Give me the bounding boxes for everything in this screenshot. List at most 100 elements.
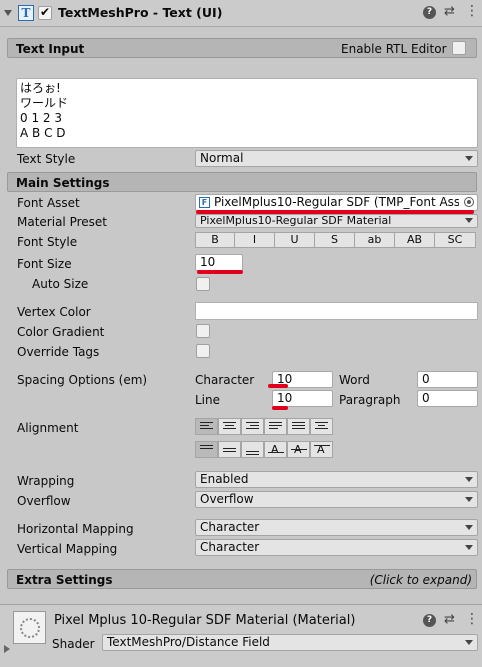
horizontal-mapping-dropdown[interactable]: Character — [195, 519, 478, 536]
alignment-label: Alignment — [17, 421, 79, 435]
text-input-line: A B C D — [20, 126, 66, 140]
paragraph-spacing-label: Paragraph — [339, 393, 401, 407]
text-style-label: Text Style — [17, 152, 76, 166]
vertical-mapping-value: Character — [200, 540, 260, 554]
word-spacing-label: Word — [339, 373, 370, 387]
context-menu-icon[interactable]: ⋮ — [465, 611, 479, 627]
text-input-line: はろぉ! — [20, 81, 61, 95]
text-input-section-header: Text Input Enable RTL Editor — [7, 38, 477, 58]
highlight-underline — [272, 406, 288, 410]
vertex-color-label: Vertex Color — [17, 305, 91, 319]
underline-button[interactable]: U — [274, 232, 315, 248]
bold-button[interactable]: B — [195, 232, 235, 248]
horizontal-mapping-label: Horizontal Mapping — [17, 522, 134, 536]
chevron-down-icon — [465, 218, 473, 223]
material-preset-value: PixelMplus10-Regular SDF Material — [200, 214, 392, 227]
font-size-field[interactable]: 10 — [195, 254, 243, 271]
font-size-label: Font Size — [17, 257, 72, 271]
component-enabled-checkbox[interactable]: ✔ — [38, 5, 52, 20]
shader-dropdown[interactable]: TextMeshPro/Distance Field — [102, 634, 478, 651]
align-capline-icon[interactable]: A — [310, 441, 333, 458]
line-spacing-field[interactable]: 10 — [272, 390, 333, 407]
wrapping-dropdown[interactable]: Enabled — [195, 471, 478, 488]
align-bottom-icon[interactable] — [241, 441, 264, 458]
shader-value: TextMeshPro/Distance Field — [107, 635, 270, 649]
context-menu-icon[interactable]: ⋮ — [465, 3, 479, 19]
align-justified-icon[interactable] — [264, 418, 287, 435]
align-flush-icon[interactable] — [287, 418, 310, 435]
chevron-down-icon — [465, 156, 473, 161]
smallcaps-button[interactable]: SC — [434, 232, 476, 248]
align-middle-icon[interactable] — [218, 441, 241, 458]
text-input-line: ワールド — [20, 96, 69, 110]
uppercase-button[interactable]: AB — [394, 232, 435, 248]
wrapping-label: Wrapping — [17, 474, 75, 488]
main-settings-section-header: Main Settings — [7, 172, 477, 192]
chevron-down-icon — [465, 477, 473, 482]
presets-icon[interactable]: ⇄ — [444, 612, 455, 628]
overflow-value: Overflow — [200, 492, 254, 506]
override-tags-checkbox[interactable] — [196, 344, 210, 358]
material-header: Pixel Mplus 10-Regular SDF Material (Mat… — [0, 605, 482, 667]
text-style-dropdown[interactable]: Normal — [195, 150, 478, 167]
font-style-label: Font Style — [17, 235, 78, 249]
extra-settings-section-header[interactable]: Extra Settings (Click to expand) — [7, 569, 477, 589]
font-asset-label: Font Asset — [17, 196, 80, 210]
italic-button[interactable]: I — [234, 232, 275, 248]
overflow-dropdown[interactable]: Overflow — [195, 491, 478, 508]
object-picker-icon[interactable] — [464, 197, 474, 207]
material-title: Pixel Mplus 10-Regular SDF Material (Mat… — [54, 613, 356, 628]
align-midline-icon[interactable]: A — [287, 441, 310, 458]
shader-label: Shader — [52, 637, 95, 651]
font-style-buttons: B I U S ab AB SC — [195, 232, 478, 249]
horizontal-mapping-value: Character — [200, 520, 260, 534]
align-baseline-icon[interactable]: A — [264, 441, 287, 458]
color-gradient-label: Color Gradient — [17, 325, 105, 339]
align-geometry-center-icon[interactable] — [310, 418, 333, 435]
extra-settings-section-label: Extra Settings — [16, 573, 113, 587]
paragraph-spacing-field[interactable]: 0 — [417, 390, 478, 407]
line-spacing-value: 10 — [277, 391, 293, 405]
text-input-area[interactable]: はろぉ! ワールド 0 1 2 3 A B C D — [16, 78, 478, 148]
rtl-editor-checkbox[interactable] — [452, 41, 466, 55]
textmeshpro-icon: T — [18, 5, 34, 21]
color-gradient-checkbox[interactable] — [196, 324, 210, 338]
main-settings-section-label: Main Settings — [16, 176, 110, 190]
word-spacing-field[interactable]: 0 — [417, 371, 478, 388]
align-right-icon[interactable] — [241, 418, 264, 435]
paragraph-spacing-value: 0 — [422, 391, 430, 405]
strikethrough-button[interactable]: S — [314, 232, 355, 248]
material-foldout-icon[interactable] — [4, 645, 10, 653]
auto-size-checkbox[interactable] — [196, 277, 210, 291]
override-tags-label: Override Tags — [17, 345, 100, 359]
font-asset-field[interactable]: F PixelMplus10-Regular SDF (TMP_Font Ass… — [195, 194, 478, 211]
text-input-line: 0 1 2 3 — [20, 111, 62, 125]
chevron-down-icon — [465, 640, 473, 645]
align-top-icon[interactable] — [195, 441, 218, 458]
highlight-underline — [268, 384, 288, 388]
extra-settings-hint: (Click to expand) — [369, 573, 472, 587]
help-icon[interactable]: ? — [423, 6, 436, 19]
text-style-value: Normal — [200, 151, 244, 165]
vertical-mapping-dropdown[interactable]: Character — [195, 539, 478, 556]
auto-size-label: Auto Size — [32, 277, 89, 291]
material-preview-icon — [13, 611, 46, 644]
font-size-value: 10 — [200, 255, 216, 269]
vertex-color-swatch[interactable] — [195, 302, 478, 320]
font-asset-icon: F — [199, 197, 210, 208]
material-preset-dropdown[interactable]: PixelMplus10-Regular SDF Material — [195, 214, 478, 228]
align-center-icon[interactable] — [218, 418, 241, 435]
presets-icon[interactable]: ⇄ — [444, 4, 455, 20]
material-preset-label: Material Preset — [17, 215, 107, 229]
line-spacing-label: Line — [195, 393, 221, 407]
foldout-arrow-icon[interactable] — [4, 10, 12, 16]
checkmark-icon: ✔ — [40, 5, 51, 19]
component-header: T ✔ TextMeshPro - Text (UI) ? ⇄ ⋮ — [0, 0, 482, 27]
chevron-down-icon — [465, 525, 473, 530]
font-asset-value: PixelMplus10-Regular SDF (TMP_Font Asset… — [214, 195, 459, 209]
align-left-icon[interactable] — [195, 418, 218, 435]
spacing-options-label: Spacing Options (em) — [17, 373, 148, 387]
chevron-down-icon — [465, 497, 473, 502]
lowercase-button[interactable]: ab — [354, 232, 395, 248]
help-icon[interactable]: ? — [423, 614, 436, 627]
